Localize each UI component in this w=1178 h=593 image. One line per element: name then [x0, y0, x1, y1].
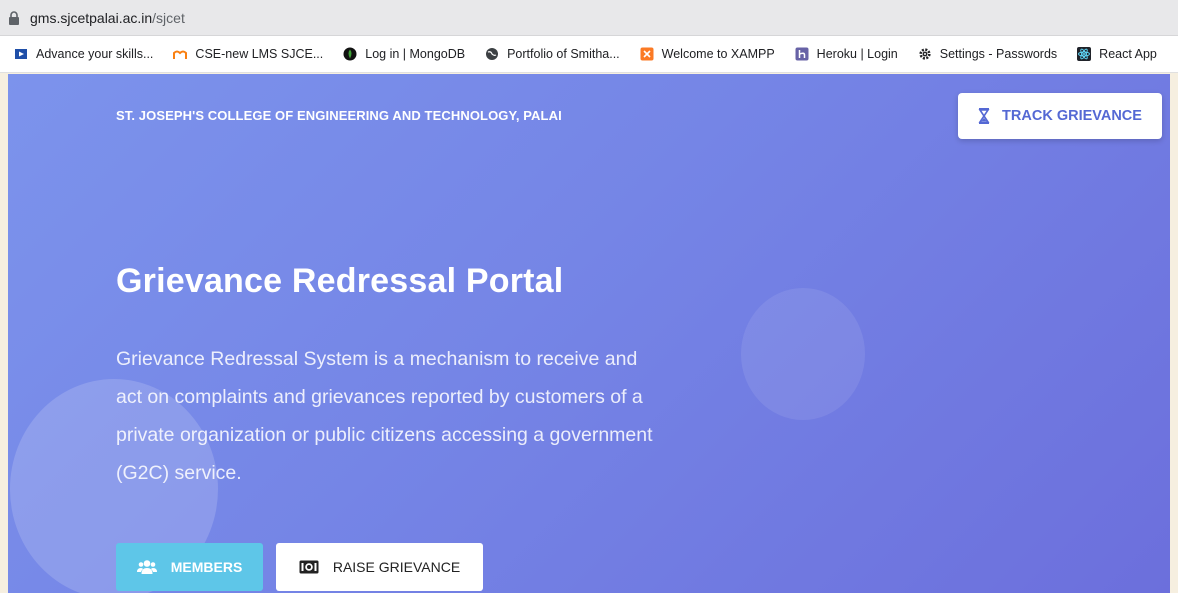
- globe-icon: [486, 48, 499, 60]
- track-grievance-label: TRACK GRIEVANCE: [1002, 108, 1142, 124]
- video-icon: [15, 49, 27, 59]
- users-icon: [136, 560, 157, 574]
- bookmark-heroku[interactable]: Heroku | Login: [795, 47, 898, 61]
- xampp-icon: [640, 47, 654, 61]
- heroku-icon: [795, 47, 809, 61]
- gear-icon: [919, 48, 931, 60]
- page-title: Grievance Redressal Portal: [116, 262, 564, 300]
- bookmark-react-app[interactable]: React App: [1077, 47, 1157, 61]
- bookmark-portfolio[interactable]: Portfolio of Smitha...: [485, 47, 620, 61]
- mongodb-icon: [343, 47, 357, 61]
- bookmark-xampp[interactable]: Welcome to XAMPP: [640, 47, 775, 61]
- members-label: MEMBERS: [170, 559, 243, 575]
- bookmark-label: CSE-new LMS SJCE...: [195, 47, 324, 61]
- moodle-icon: [173, 50, 188, 59]
- bookmarks-bar: Advance your skills... CSE-new LMS SJCE.…: [0, 36, 1178, 73]
- track-grievance-button[interactable]: TRACK GRIEVANCE: [958, 93, 1162, 139]
- bookmark-label: Advance your skills...: [36, 47, 154, 61]
- hero-description: Grievance Redressal System is a mechanis…: [116, 348, 653, 484]
- college-name: ST. JOSEPH'S COLLEGE OF ENGINEERING AND …: [116, 108, 562, 123]
- bookmark-mongodb[interactable]: Log in | MongoDB: [343, 47, 465, 61]
- react-icon: [1077, 47, 1092, 61]
- hero-section: ST. JOSEPH'S COLLEGE OF ENGINEERING AND …: [8, 74, 1170, 593]
- bookmark-label: React App: [1099, 47, 1157, 61]
- raise-grievance-label: RAISE GRIEVANCE: [332, 559, 461, 575]
- bookmark-label: Welcome to XAMPP: [661, 47, 775, 61]
- ticket-icon: [299, 560, 319, 574]
- bookmark-label: Log in | MongoDB: [365, 47, 466, 61]
- bookmark-passwords[interactable]: Settings - Passwords: [918, 47, 1057, 61]
- bookmark-label: Settings - Passwords: [939, 47, 1058, 61]
- address-bar[interactable]: gms.sjcetpalai.ac.in/sjcet: [0, 0, 1178, 36]
- members-button[interactable]: MEMBERS: [116, 543, 263, 591]
- bookmark-lms[interactable]: CSE-new LMS SJCE...: [173, 47, 323, 61]
- lock-icon: [9, 10, 19, 25]
- url-host: gms.sjcetpalai.ac.in: [30, 9, 153, 26]
- decorative-circle-small: [741, 288, 865, 420]
- url-path: /sjcet: [152, 9, 185, 26]
- bookmark-label: Heroku | Login: [816, 47, 898, 61]
- bookmark-advance-skills[interactable]: Advance your skills...: [14, 47, 153, 61]
- bookmark-label: Portfolio of Smitha...: [507, 47, 620, 61]
- raise-grievance-button[interactable]: RAISE GRIEVANCE: [276, 543, 483, 591]
- url-text: gms.sjcetpalai.ac.in/sjcet: [30, 10, 185, 26]
- hourglass-icon: [978, 108, 990, 124]
